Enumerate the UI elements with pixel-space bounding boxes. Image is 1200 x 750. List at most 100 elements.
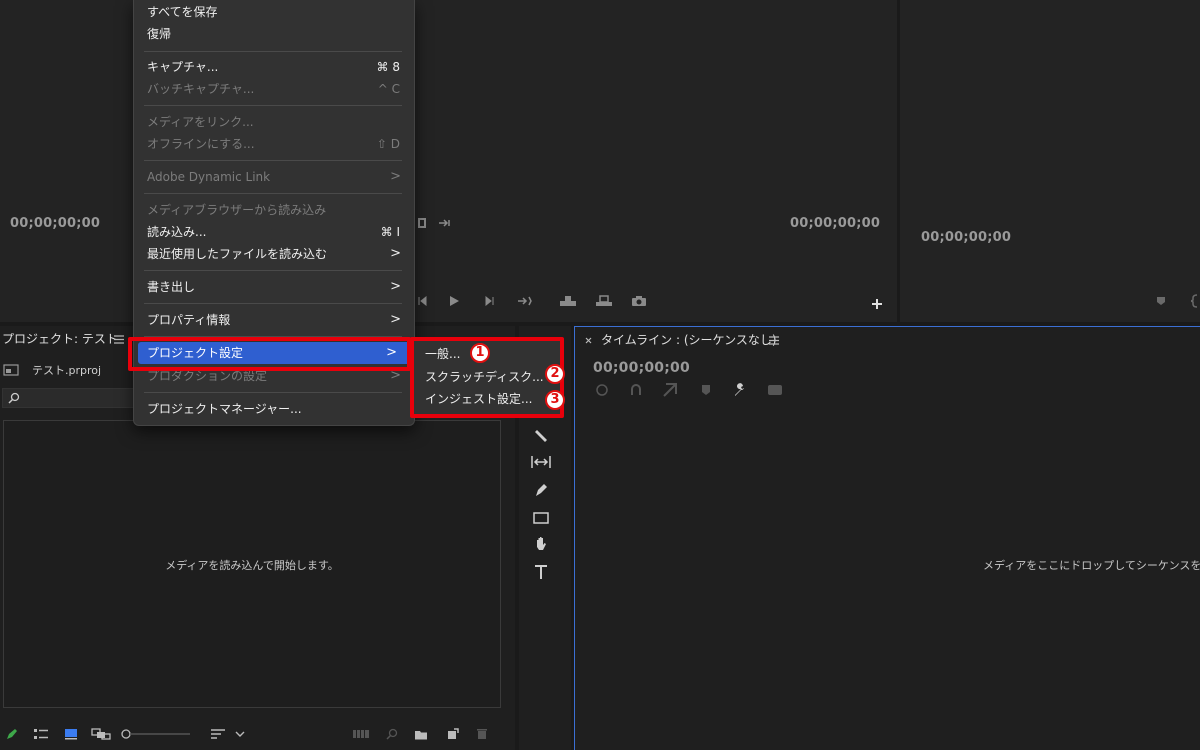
project-empty-message: メディアを読み込んで開始します。	[165, 559, 339, 572]
program-monitor: 00;00;00;00	[415, 0, 897, 322]
pencil-icon[interactable]	[4, 726, 20, 742]
project-file-name: テスト.prproj	[32, 364, 102, 377]
menu-item-label: 復帰	[147, 27, 172, 41]
project-file-icon	[2, 362, 20, 378]
add-marker-icon[interactable]	[697, 381, 715, 399]
menu-item-label: キャプチャ...	[147, 60, 219, 74]
slip-tool-icon[interactable]	[529, 452, 553, 472]
zoom-slider[interactable]	[120, 726, 192, 742]
trash-icon[interactable]	[474, 726, 490, 742]
camera-icon[interactable]	[629, 292, 649, 310]
freeform-view-icon[interactable]	[90, 726, 112, 742]
menu-item-export[interactable]: 書き出し >	[134, 276, 414, 298]
overwrite-icon[interactable]	[593, 292, 615, 310]
menu-item-save-all[interactable]: すべてを保存	[134, 1, 414, 23]
project-bin-area[interactable]: メディアを読み込んで開始します。	[3, 420, 501, 708]
new-item-icon[interactable]	[444, 726, 462, 742]
icon-view-icon[interactable]	[62, 726, 80, 742]
menu-item-label: 最近使用したファイルを読み込む	[147, 247, 328, 261]
sort-icon[interactable]	[208, 726, 228, 742]
menu-item-import-recent[interactable]: 最近使用したファイルを読み込む >	[134, 243, 414, 265]
timeline-tab[interactable]: タイムライン : (シーケンスなし)	[601, 327, 777, 353]
hand-tool-icon[interactable]	[531, 534, 551, 554]
snap-icon[interactable]	[627, 381, 645, 399]
trim-forward-icon[interactable]	[435, 213, 455, 233]
menu-item-capture[interactable]: キャプチャ... ⌘ 8	[134, 56, 414, 78]
play-icon[interactable]	[445, 292, 463, 310]
razor-tool-icon[interactable]	[531, 426, 551, 446]
menu-item-import[interactable]: 読み込み... ⌘ I	[134, 221, 414, 243]
menu-item-production-settings[interactable]: プロダクションの設定 >	[134, 365, 414, 387]
annotation-badge-3: 3	[545, 390, 565, 410]
menu-separator	[144, 336, 402, 337]
panel-menu-icon[interactable]	[112, 332, 126, 346]
source-timecode[interactable]: 00;00;00;00	[10, 216, 100, 231]
rectangle-tool-icon[interactable]	[531, 508, 551, 528]
project-tab[interactable]: プロジェクト: テスト	[2, 326, 118, 352]
menu-item-shortcut: ⌘ 8	[376, 60, 400, 74]
pen-tool-icon[interactable]	[531, 480, 551, 500]
submenu-item-ingest-settings[interactable]: インジェスト設定...	[425, 388, 532, 410]
menu-item-batch-capture[interactable]: バッチキャプチャ... ^ C	[134, 78, 414, 100]
reference-timecode[interactable]: 00;00;00;00	[921, 230, 1011, 245]
menu-separator	[144, 160, 402, 161]
annotation-badge-2: 2	[545, 364, 565, 384]
wrench-icon[interactable]	[731, 381, 749, 399]
bracket-icon[interactable]	[1190, 292, 1200, 310]
chevron-right-icon: >	[390, 279, 401, 294]
film-icon[interactable]	[415, 213, 429, 233]
menu-item-label: Adobe Dynamic Link	[147, 170, 271, 184]
menu-item-label: メディアをリンク...	[147, 115, 254, 129]
captions-icon[interactable]	[765, 381, 785, 399]
menu-separator	[144, 303, 402, 304]
menu-separator	[144, 51, 402, 52]
submenu-item-scratch-disks[interactable]: スクラッチディスク...	[425, 366, 544, 388]
nest-icon[interactable]	[593, 381, 611, 399]
chevron-right-icon: >	[390, 368, 401, 383]
menu-item-link-media[interactable]: メディアをリンク...	[134, 111, 414, 133]
find-icon[interactable]	[384, 726, 400, 742]
menu-item-label: バッチキャプチャ...	[147, 82, 255, 96]
menu-item-project-settings[interactable]: プロジェクト設定 >	[138, 342, 410, 364]
panel-menu-icon[interactable]	[767, 333, 781, 347]
menu-item-label: メディアブラウザーから読み込み	[147, 203, 327, 217]
automate-to-sequence-icon[interactable]	[350, 726, 372, 742]
file-menu: すべてを保存 復帰 キャプチャ... ⌘ 8 バッチキャプチャ... ^ C メディ…	[133, 0, 415, 426]
submenu-item-label: インジェスト設定...	[425, 392, 533, 406]
marker-icon[interactable]	[1154, 292, 1168, 310]
list-view-icon[interactable]	[32, 726, 50, 742]
chevron-right-icon: >	[390, 312, 401, 327]
submenu-item-label: 一般...	[425, 347, 461, 361]
menu-item-label: 書き出し	[147, 280, 196, 294]
menu-item-label: プロジェクト設定	[147, 346, 244, 360]
menu-separator	[144, 105, 402, 106]
chevron-down-icon[interactable]	[232, 726, 248, 742]
menu-item-project-manager[interactable]: プロジェクトマネージャー...	[134, 398, 414, 420]
menu-item-dynamic-link[interactable]: Adobe Dynamic Link >	[134, 166, 414, 188]
go-to-out-icon[interactable]	[515, 292, 535, 310]
annotation-badge-1: 1	[470, 343, 490, 363]
program-timecode[interactable]: 00;00;00;00	[790, 216, 880, 231]
menu-item-revert[interactable]: 復帰	[134, 23, 414, 45]
chevron-right-icon: >	[390, 246, 401, 261]
chevron-right-icon: >	[386, 345, 397, 360]
type-tool-icon[interactable]	[531, 562, 551, 582]
menu-item-label: プロジェクトマネージャー...	[147, 402, 302, 416]
submenu-item-label: スクラッチディスク...	[425, 370, 544, 384]
menu-item-import-from-media-browser[interactable]: メディアブラウザーから読み込み	[134, 199, 414, 221]
add-button-icon[interactable]	[867, 294, 887, 314]
menu-item-shortcut: ^ C	[377, 82, 400, 96]
linked-selection-icon[interactable]	[661, 381, 679, 399]
insert-icon[interactable]	[557, 292, 579, 310]
menu-item-properties[interactable]: プロパティ情報 >	[134, 309, 414, 331]
timeline-empty-message: メディアをここにドロップしてシーケンスを	[983, 559, 1200, 572]
submenu-item-general[interactable]: 一般...	[425, 343, 460, 365]
menu-item-label: プロダクションの設定	[147, 369, 268, 383]
close-icon[interactable]	[583, 335, 593, 345]
timeline-timecode[interactable]: 00;00;00;00	[593, 360, 690, 376]
menu-item-make-offline[interactable]: オフラインにする... ⇧ D	[134, 133, 414, 155]
new-bin-icon[interactable]	[412, 726, 430, 742]
search-icon	[7, 391, 21, 405]
step-forward-icon[interactable]	[481, 292, 499, 310]
step-back-icon[interactable]	[415, 292, 429, 310]
